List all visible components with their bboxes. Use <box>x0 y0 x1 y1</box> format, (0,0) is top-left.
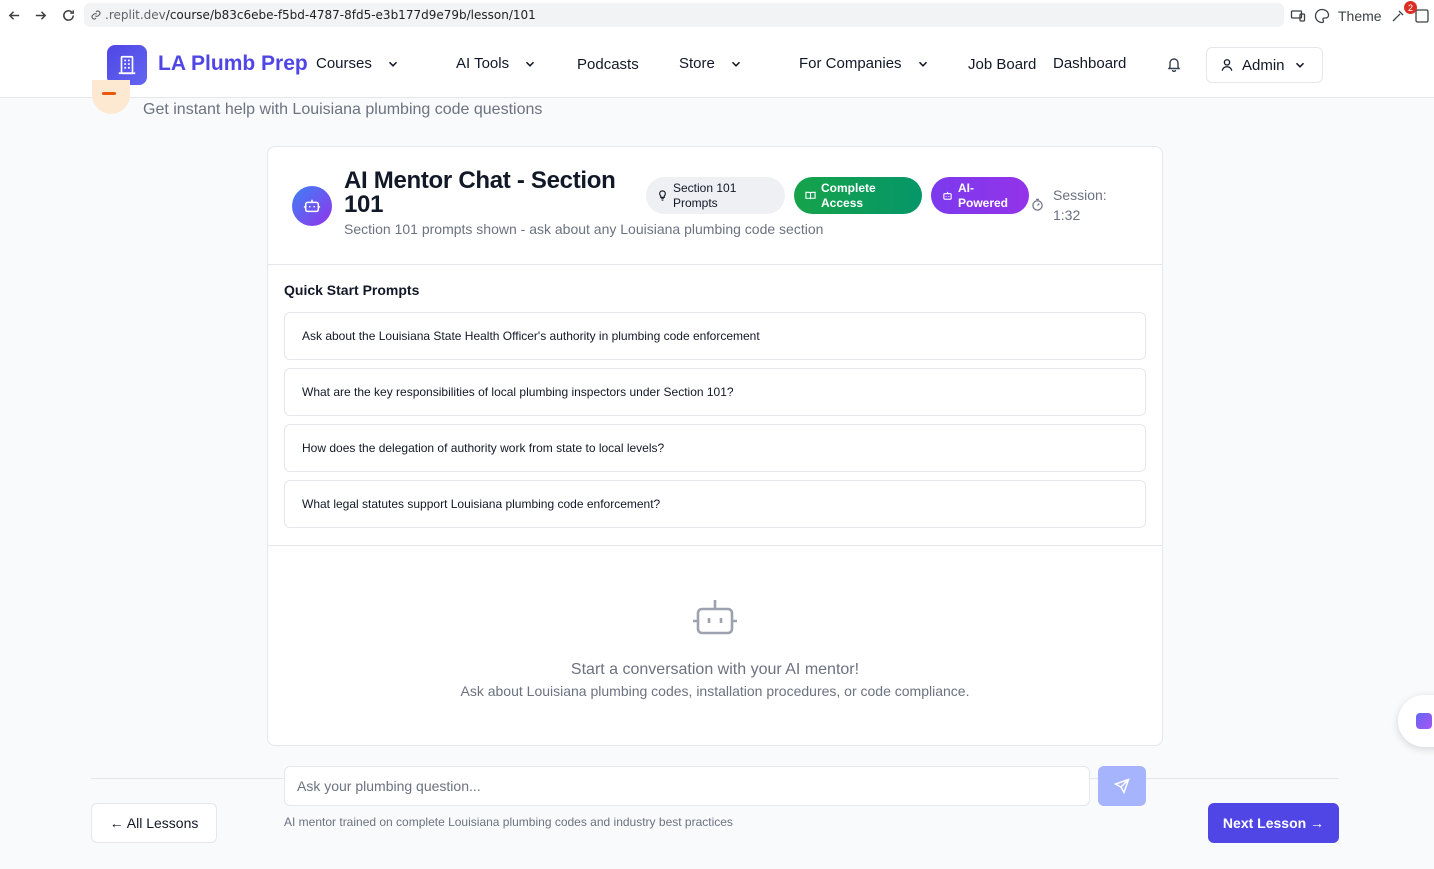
send-icon <box>1114 778 1130 794</box>
session-time: 1:32 <box>1053 207 1081 223</box>
chat-disclaimer: AI mentor trained on complete Louisiana … <box>284 815 733 829</box>
nav-podcasts-label: Podcasts <box>577 56 639 73</box>
extension-icon[interactable] <box>1390 8 1406 24</box>
chevron-down-icon <box>1295 62 1304 68</box>
bot-icon <box>303 199 321 213</box>
address-bar[interactable]: .replit.dev/course/b83c6ebe-f5bd-4787-8f… <box>84 3 1284 27</box>
bot-icon <box>693 600 737 635</box>
nav-podcasts[interactable]: Podcasts <box>577 56 639 73</box>
chat-description: Section 101 prompts shown - ask about an… <box>344 221 824 237</box>
nav-dashboard-label: Dashboard <box>1053 55 1127 72</box>
complete-access-badge-line2: Access <box>821 195 864 210</box>
nav-for-companies[interactable]: For Companies <box>799 55 930 72</box>
admin-label: Admin <box>1242 56 1285 74</box>
chat-input[interactable] <box>284 766 1090 806</box>
empty-state-title: Start a conversation with your AI mentor… <box>570 661 860 678</box>
empty-state-subtitle: Ask about Louisiana plumbing codes, inst… <box>460 683 970 699</box>
nav-job-board[interactable]: Job Board <box>968 56 1036 73</box>
complete-access-badge-line1: Complete <box>821 180 876 195</box>
nav-courses[interactable]: Courses <box>316 55 400 72</box>
section-prompts-badge: Section 101 Prompts <box>646 177 785 214</box>
forward-arrow-icon[interactable] <box>26 1 54 29</box>
url-domain: .replit.dev <box>105 8 166 22</box>
nav-dashboard[interactable]: Dashboard <box>1053 55 1126 72</box>
quick-prompt-button[interactable]: What legal statutes support Louisiana pl… <box>284 480 1146 528</box>
assistant-icon <box>1416 713 1432 729</box>
link-icon <box>91 10 101 20</box>
send-button[interactable] <box>1098 766 1146 806</box>
building-icon <box>118 55 136 75</box>
session-timer: Session: 1:32 <box>1053 185 1123 225</box>
book-icon <box>805 191 816 200</box>
back-arrow-icon[interactable] <box>0 1 28 29</box>
reload-icon[interactable] <box>54 1 82 29</box>
chat-title: AI Mentor Chat - Section 101 <box>344 167 616 218</box>
ai-mentor-chat-card: AI Mentor Chat - Section 101 Section 101… <box>267 146 1163 746</box>
section-prompts-badge-line1: Section 101 <box>673 180 737 195</box>
next-lesson-button[interactable]: Next Lesson → <box>1208 803 1339 843</box>
quick-prompt-button[interactable]: What are the key responsibilities of loc… <box>284 368 1146 416</box>
nav-job-board-label: Job Board <box>968 56 1037 73</box>
chevron-down-icon <box>731 61 740 67</box>
chevron-down-icon <box>918 61 927 67</box>
session-label: Session: <box>1053 187 1107 203</box>
nav-store-label: Store <box>679 55 715 72</box>
page-subtitle: Get instant help with Louisiana plumbing… <box>143 101 543 118</box>
ai-powered-badge: AI- Powered <box>931 177 1029 214</box>
theme-label[interactable]: Theme <box>1338 8 1382 24</box>
admin-menu-button[interactable]: Admin <box>1206 47 1323 83</box>
brand-name[interactable]: LA Plumb Prep <box>158 52 308 76</box>
chevron-down-icon <box>388 61 397 67</box>
section-prompts-badge-line2: Prompts <box>673 195 718 210</box>
quick-start-heading: Quick Start Prompts <box>284 282 420 298</box>
bot-icon <box>943 191 952 200</box>
chat-card-header: AI Mentor Chat - Section 101 Section 101… <box>268 147 1162 265</box>
quick-prompt-button[interactable]: Ask about the Louisiana State Health Off… <box>284 312 1146 360</box>
nav-ai-tools-label: AI Tools <box>456 55 510 72</box>
nav-store[interactable]: Store <box>679 55 743 72</box>
ai-powered-badge-line1: AI- <box>958 180 974 195</box>
complete-access-badge: Complete Access <box>794 177 922 214</box>
devices-icon[interactable] <box>1290 8 1306 24</box>
all-lessons-button[interactable]: ← All Lessons <box>91 803 217 843</box>
quick-prompt-button[interactable]: How does the delegation of authority wor… <box>284 424 1146 472</box>
logo[interactable] <box>107 45 147 85</box>
floating-assistant-button[interactable] <box>1398 695 1434 747</box>
divider <box>268 545 1162 546</box>
browser-toolbar: .replit.dev/course/b83c6ebe-f5bd-4787-8f… <box>0 0 1434 31</box>
palette-icon[interactable] <box>1314 8 1330 24</box>
nav-courses-label: Courses <box>316 55 372 72</box>
nav-ai-tools[interactable]: AI Tools <box>456 55 537 72</box>
bell-icon[interactable] <box>1166 56 1182 72</box>
bot-avatar <box>292 186 332 226</box>
chevron-down-icon <box>526 61 535 67</box>
app-header: LA Plumb Prep Courses AI Tools Podcasts … <box>0 31 1434 98</box>
user-icon <box>1221 59 1233 71</box>
nav-for-companies-label: For Companies <box>799 55 902 72</box>
ai-powered-badge-line2: Powered <box>958 195 1009 210</box>
url-path: /course/b83c6ebe-f5bd-4787-8fd5-e3b177d9… <box>165 8 536 22</box>
timer-icon <box>1032 198 1043 211</box>
lightbulb-icon <box>659 190 666 201</box>
notification-badge: 2 <box>1404 1 1417 14</box>
page-header-icon <box>92 80 130 114</box>
